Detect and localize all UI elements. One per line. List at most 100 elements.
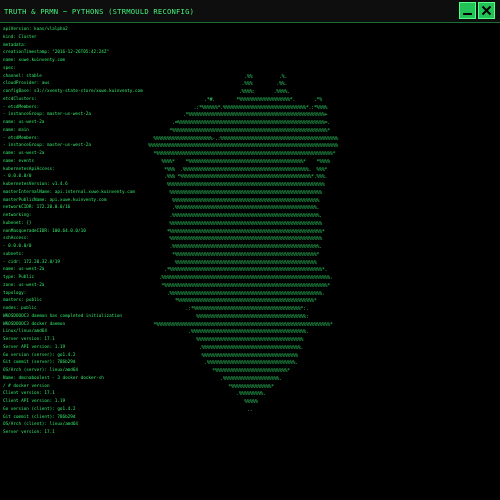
ascii-art-line: .*%%%%%%%%%%%%%%%%%%%%%%%%%%%%%%%%%%%%%%…: [148, 112, 330, 119]
log-line: subnets:: [3, 251, 24, 257]
log-line: - 0.0.0.0/0: [3, 174, 32, 180]
ascii-art-line: .=%%%%%%%%%%%%%%%%%%%%%%%%%%%%%%%%%%%%%%…: [148, 120, 330, 126]
log-line: channel: stable: [3, 73, 42, 79]
log-line: configBase: s3://xventy-state-store/xuwe…: [3, 89, 143, 94]
log-line: Go version (client): go1.4.2: [3, 406, 76, 412]
log-line: Go version (server): go1.4.2: [3, 352, 76, 358]
window-titlebar: TRUTH & PRMN ~ PYTHONS (STRMOULD RECONFI…: [0, 0, 500, 23]
ascii-art-line: .%%%%%%%%%%%%%%%%%%%%%%%%%%%%%%%%%%%%%%%…: [148, 329, 336, 336]
ascii-art-line: [148, 461, 498, 469]
ascii-art-line: %%%%%%%%%%%%%%%%%%%%%%-.:%%%%%%%%%%%%%%%…: [148, 135, 338, 142]
log-line: type: Public: [3, 275, 35, 280]
log-line: WKOSDOOOC3 daemon has completed initiali…: [3, 313, 122, 319]
ascii-art-line: [148, 35, 498, 43]
log-line: - instanceGroup: master-us-west-2a: [3, 143, 91, 149]
log-line: - 0.0.0.0/0: [3, 244, 32, 249]
log-line: topology:: [3, 290, 27, 296]
ascii-art-line: *%%% .%%%%%%%%%%%%%%%%%%%%%%%%%%%%%%%%%%…: [148, 166, 338, 173]
ascii-art-line: [148, 27, 498, 35]
ascii-art-line: .%%% .%%.: [148, 81, 328, 88]
terminal-content: apiVersion: kaas/vlalpha2 kind: Cluster me…: [0, 25, 500, 500]
ascii-art-line: .%% .%.: [148, 73, 328, 80]
ascii-art-line: [148, 469, 498, 477]
ascii-art-line: [148, 58, 498, 66]
ascii-art: .%% .%. .%%% .%%. .%%%%: .%%%%. .*#. *%%…: [148, 27, 498, 484]
ascii-art-line: *%%%%%%%%%%%%%%%*: [148, 383, 338, 390]
ascii-art-line: %%%%%%%%%%%%%%%%%%%%%%%%%%%%%%%%%%%%%%%%…: [148, 182, 338, 188]
ascii-art-line: .%%%%%%%%%%%%%%%%%%%%%%%%%%%%%%%%%.: [148, 360, 338, 367]
log-line: Server version: 17.1: [3, 430, 55, 435]
ascii-art-line: .:*%%%%%%*.%%%%%%%%%%%%%%%%%%%%%%%%%%%%%…: [148, 104, 330, 111]
ascii-art-line: [148, 453, 498, 461]
log-line: name: us-west-2a: [3, 151, 45, 156]
ascii-art-line: %%%%%%%%%%%%%%%%%%%%%%%%%%%%%%%%%%%%%%%%: [148, 337, 338, 343]
log-line: OS/Arch (client): linux/amd64: [3, 422, 79, 428]
log-line: name: us-west-2a: [3, 120, 45, 125]
ascii-art-line: *%%%%%%%%%%%%%%%%%%%%%%%%%%%%%%%%%%%%%%%…: [148, 282, 338, 289]
ascii-art-line: .%%% *%%%%%%%%%%%%%%%%%%%%%%%%%%%%%%%%%%…: [148, 174, 338, 181]
log-line: networking:: [3, 213, 32, 218]
log-output: apiVersion: kaas/vlalpha2 kind: Cluster me…: [3, 26, 153, 437]
log-line: WKOSDOOOC3 docker daemon: [3, 321, 66, 327]
ascii-art-line: [148, 430, 498, 438]
ascii-art-line: *%%%%%%%%%%%%%%%%%%%%%%%%%%%%%%%%%%%%%%%…: [148, 127, 330, 134]
log-line: kubernetesVersion: v1.4.6: [3, 182, 68, 187]
close-icon: [481, 5, 492, 16]
minimize-button[interactable]: [459, 2, 476, 19]
ascii-art-line: %%%%* *%%%%%%%%%%%%%%%%%%%%%%%%%%%%%%%%%…: [148, 158, 338, 165]
log-line: name: xuwe.kuinventy.com: [3, 58, 66, 63]
ascii-art-line: [148, 415, 498, 423]
ascii-art-line: [148, 422, 498, 430]
ascii-art-line: .%%%%%%%%%%%%%%%%%%%%%%%%%%%%%%%%%%%%%%%…: [148, 213, 338, 219]
log-line: zone: us-west-2a: [3, 282, 45, 288]
ascii-art-line: %%%%%%%%%%%%%%%%%%%%%%%%%%%%%%%%%%%%%%%%…: [148, 313, 338, 320]
ascii-art-line: *%%%%%%%%%%%%%%%%%%%%%%%%%%%%%%%%%%%%%%%…: [148, 321, 338, 328]
ascii-art-line: .%%%%%%%%%.: [148, 391, 338, 398]
log-line: - instanceGroup: master-us-west-2a: [3, 112, 91, 118]
log-line: Server API version: 1.19: [3, 344, 66, 350]
window-title: TRUTH & PRMN ~ PYTHONS (STRMOULD RECONFI…: [4, 6, 195, 16]
log-line: masterInternalName: api.internal.xuwe.ku…: [3, 189, 135, 195]
ascii-art-line: .%%%%%%%%%%%%%%%%%%%%%.: [148, 375, 338, 382]
log-line: etcdClusters:: [3, 96, 37, 102]
log-line: cloudProvider: aws: [3, 81, 50, 87]
log-line: - etcdMembers:: [3, 135, 40, 141]
log-line: masterPublicName: api.xuwe.kuinventy.com: [3, 197, 107, 203]
log-line: networkCIDR: 172.20.0.0/16: [3, 205, 71, 211]
log-line: Client version: 17.1: [3, 391, 55, 397]
ascii-art-line: %%%%%%%%%%%%%%%%%%%%%%%%%%%%%%%%%%%%%%%%…: [148, 259, 338, 266]
ascii-art-line: *%%%%%%%%%%%%%%%%%%%%%%%%%%%%%%%%%%%%%%%…: [148, 228, 338, 235]
close-button[interactable]: [478, 2, 495, 19]
ascii-art-line: .%%%%%%%%%%%%%%%%%%%%%%%%%%%%%%%%%%%%%%%…: [148, 244, 338, 250]
ascii-art-line: .:*%%%%%%%%%%%%%%%%%%%%%%%%%%%%%%%%%%%%%…: [148, 306, 338, 312]
log-line: metadata:: [3, 42, 27, 48]
ascii-art-line: .%%%%%%%%%%%%%%%%%%%%%%%%%%%%%%%%%%%%%.: [148, 344, 338, 351]
ascii-art-line: .%%%%%%%%%%%%%%%%%%%%%%%%%%%%%%%%%%%%%%%…: [148, 205, 338, 212]
log-line: kubenet: {}: [3, 220, 32, 226]
ascii-art-line: [148, 43, 498, 51]
ascii-art-line: %%%%%%%%%%%%%%%%%%%%%%%%%%%%%%%%%%%%: [148, 352, 338, 359]
ascii-art-line: .%%%%%%%%%%%%%%%%%%%%%%%%%%%%%%%%%%%%%%%…: [148, 290, 338, 297]
log-line: spec:: [3, 65, 16, 71]
log-line: kubernetesApiAccess:: [3, 166, 55, 172]
log-line: kind: Cluster: [3, 34, 37, 40]
log-line: nodes: public: [3, 306, 37, 311]
log-line: masters: public: [3, 298, 42, 304]
log-line: sshAccess:: [3, 236, 29, 242]
ascii-art-line: %%%%%%%%%%%%%%%%%%%%%%%%%%%%%%%%%%%%%%%%…: [148, 220, 338, 227]
ascii-art-line: [148, 446, 498, 454]
ascii-art-line: %%%%%: [148, 399, 338, 405]
ascii-art-line: %%%%%%%%%%%%%%%%%%%%%%%%%%%%%%%%%%%%%%%%…: [148, 189, 338, 196]
log-line: OS/Arch (server): linux/amd64: [3, 368, 79, 373]
ascii-art-line: *%%%%%%%%%%%%%%%%%%%%%%%%%%%%%%%%%%%%%%%…: [148, 251, 338, 258]
log-line: Server version: 17.1: [3, 337, 55, 342]
ascii-art-line: [148, 477, 498, 485]
minimize-icon: [463, 13, 472, 15]
ascii-art-line: .*%%%%%%%%%%%%%%%%%%%%%%%%%%%%%%%%%%%%%%…: [148, 267, 338, 274]
log-line: name: events: [3, 158, 35, 164]
log-line: nonMasqueradeCIDR: 100.64.0.0/10: [3, 228, 86, 234]
ascii-art-line: %%%%%%%%%%%%%%%%%%%%%%%%%%%%%%%%%%%%%%%%…: [148, 143, 338, 150]
log-line: Client API version: 1.19: [3, 399, 66, 404]
log-line: name: main: [3, 127, 29, 133]
ascii-art-line: %%%%%%%%%%%%%%%%%%%%%%%%%%%%%%%%%%%%%%%%…: [148, 197, 338, 204]
